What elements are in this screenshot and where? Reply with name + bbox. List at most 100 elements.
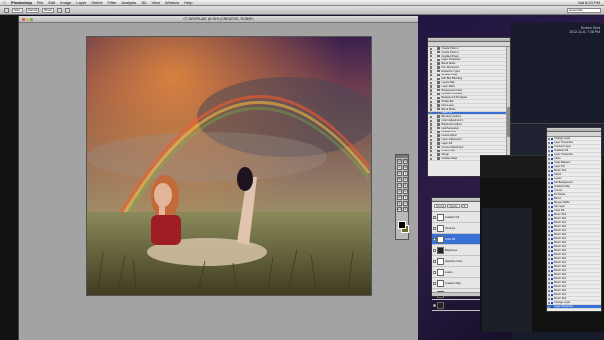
tool-button[interactable]: M (397, 159, 402, 164)
menu-item-3d[interactable]: 3D (141, 0, 146, 6)
check-icon[interactable] (548, 286, 550, 288)
history-state-icon[interactable] (430, 77, 432, 81)
option-brush[interactable]: Brush (42, 7, 55, 13)
check-icon[interactable] (548, 290, 550, 292)
menu-item-file[interactable]: File (37, 0, 43, 6)
tool-button[interactable]: P (397, 195, 402, 200)
menu-item-view[interactable]: View (151, 0, 160, 6)
history-state-icon[interactable] (430, 153, 432, 157)
history-state-icon[interactable] (430, 127, 432, 130)
eye-icon[interactable] (433, 248, 436, 252)
layer-thumbnail[interactable] (437, 301, 444, 309)
image-canvas[interactable] (86, 36, 372, 296)
tool-button[interactable]: T (403, 195, 408, 200)
fill-field[interactable]: Fill (460, 204, 468, 208)
scroll-thumb[interactable] (507, 107, 510, 137)
check-icon[interactable] (548, 254, 550, 256)
eye-icon[interactable] (433, 270, 436, 274)
eye-icon[interactable] (433, 259, 436, 263)
check-icon[interactable] (548, 174, 550, 176)
check-icon[interactable] (548, 198, 550, 200)
foreground-color-swatch[interactable] (398, 221, 406, 229)
menu-item-photoshop[interactable]: Photoshop (11, 0, 32, 6)
clock[interactable]: Sat 6:23 PM (578, 0, 600, 6)
toggle-icon[interactable] (57, 7, 63, 13)
minimize-icon[interactable] (26, 18, 29, 21)
menu-item-filter[interactable]: Filter (108, 0, 117, 6)
tools-panel-header[interactable] (396, 155, 408, 158)
history-state-icon[interactable] (430, 58, 432, 62)
check-icon[interactable] (548, 298, 550, 300)
menu-item-layer[interactable]: Layer (76, 0, 86, 6)
check-icon[interactable] (548, 158, 550, 160)
history-state-icon[interactable] (430, 100, 432, 104)
history-state-icon[interactable] (430, 104, 432, 107)
tool-button[interactable]: L (397, 165, 402, 170)
workspace-selector[interactable]: Essentials (567, 8, 601, 13)
dialog-toggle-icon[interactable] (551, 305, 553, 308)
check-icon[interactable] (548, 226, 550, 228)
layer-row[interactable]: Gradient Map (432, 278, 484, 289)
check-icon[interactable] (548, 178, 550, 180)
history-state-icon[interactable] (430, 47, 432, 50)
menu-item-image[interactable]: Image (60, 0, 71, 6)
history-state-icon[interactable] (430, 85, 432, 88)
history-state-icon[interactable] (430, 123, 432, 126)
layer-row[interactable]: Vibrance (432, 223, 484, 234)
history-state-icon[interactable] (430, 70, 432, 73)
tool-button[interactable]: U (403, 201, 408, 206)
layer-row[interactable]: Brightness (432, 245, 484, 256)
option-size[interactable]: Size: (12, 7, 23, 13)
tool-preset-icon[interactable] (4, 7, 9, 13)
layer-thumbnail[interactable] (437, 213, 444, 221)
history-state-icon[interactable] (430, 108, 432, 111)
eye-icon[interactable] (433, 237, 436, 241)
layer-thumbnail[interactable] (437, 257, 444, 265)
layer-thumbnail[interactable] (437, 268, 444, 276)
tool-button[interactable]: H (397, 207, 402, 212)
tool-button[interactable]: O (403, 189, 408, 194)
tool-button[interactable]: W (403, 165, 408, 170)
history-state-icon[interactable] (430, 66, 432, 69)
check-icon[interactable] (548, 242, 550, 244)
history-state-icon[interactable] (430, 89, 432, 92)
check-icon[interactable] (548, 182, 550, 184)
eye-icon[interactable] (433, 226, 436, 230)
check-icon[interactable] (548, 186, 550, 188)
check-icon[interactable] (548, 270, 550, 272)
check-icon[interactable] (548, 234, 550, 236)
history-state-icon[interactable] (430, 62, 432, 66)
tool-button[interactable]: G (397, 189, 402, 194)
menu-item-help[interactable]: Help (184, 0, 192, 6)
action-item[interactable]: Layer Properties (547, 305, 601, 309)
history-state-icon[interactable] (430, 93, 432, 96)
check-icon[interactable] (548, 258, 550, 260)
layer-row[interactable]: Gradient Fill (432, 212, 484, 223)
layer-row[interactable]: Levels (432, 267, 484, 278)
history-state-icon[interactable] (430, 119, 432, 122)
check-icon[interactable] (548, 214, 550, 216)
check-icon[interactable] (548, 194, 550, 196)
check-icon[interactable] (548, 162, 550, 164)
layer-thumbnail[interactable] (437, 235, 444, 243)
blend-mode-select[interactable]: Normal (434, 204, 447, 208)
history-state-icon[interactable] (430, 96, 432, 100)
check-icon[interactable] (548, 306, 550, 308)
layer-row[interactable]: Selective Color (432, 256, 484, 267)
close-icon[interactable] (22, 18, 25, 21)
check-icon[interactable] (548, 166, 550, 168)
check-icon[interactable] (548, 250, 550, 252)
check-icon[interactable] (548, 146, 550, 148)
history-state-icon[interactable] (430, 55, 432, 58)
check-icon[interactable] (548, 294, 550, 296)
history-state-icon[interactable] (430, 138, 432, 141)
layer-row[interactable]: Background (432, 300, 484, 311)
check-icon[interactable] (548, 274, 550, 276)
history-state-icon[interactable] (430, 112, 432, 115)
check-icon[interactable] (548, 222, 550, 224)
check-icon[interactable] (548, 302, 550, 304)
check-icon[interactable] (548, 170, 550, 172)
option-mode[interactable]: Normal (25, 7, 40, 13)
history-state-icon[interactable] (430, 157, 432, 160)
layer-row[interactable]: Color Fill (432, 234, 484, 245)
